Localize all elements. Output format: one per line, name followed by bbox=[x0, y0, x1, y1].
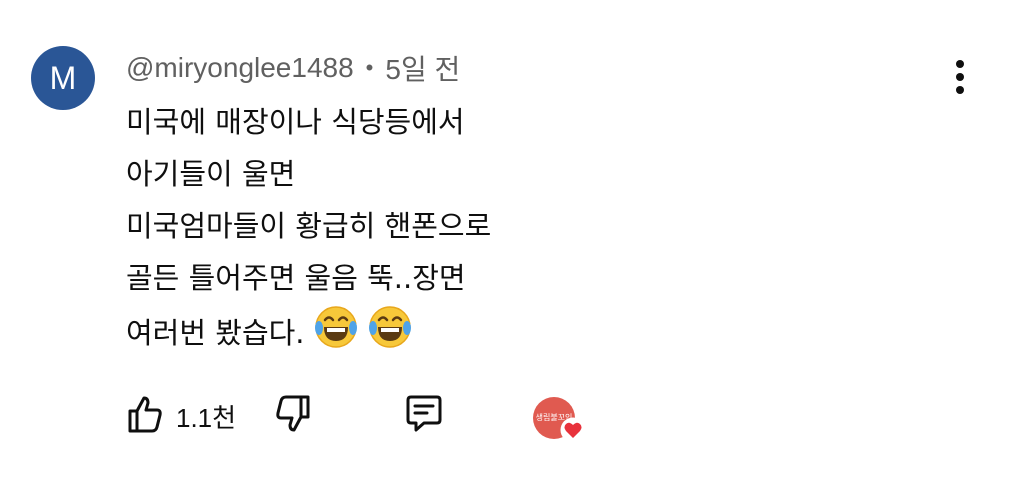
comment-timestamp[interactable]: 5일 전 bbox=[385, 48, 460, 88]
meta-separator: • bbox=[365, 55, 374, 80]
comment-line: 미국에 매장이나 식당등에서 bbox=[126, 105, 465, 139]
comment-line: 여러번 봤습다. bbox=[126, 316, 305, 350]
like-count: 1.1천 bbox=[176, 402, 237, 433]
thumbs-down-icon bbox=[272, 393, 314, 439]
comment-line: 미국엄마들이 황급히 핸폰으로 bbox=[126, 209, 492, 243]
comment-line: 아기들이 울면 bbox=[126, 157, 296, 191]
dislike-button[interactable] bbox=[272, 388, 314, 444]
comment-line-last: 여러번 봤습다. bbox=[126, 304, 906, 366]
like-button[interactable]: 1.1천 bbox=[124, 388, 236, 444]
author-handle[interactable]: @miryonglee1488 bbox=[126, 52, 354, 84]
comment-header: @miryonglee1488 • 5일 전 bbox=[126, 48, 460, 88]
thumbs-up-icon bbox=[124, 393, 166, 439]
comment-text: 미국에 매장이나 식당등에서 아기들이 울면 미국엄마들이 황급히 핸폰으로 골… bbox=[126, 96, 906, 366]
heart-icon bbox=[560, 417, 586, 443]
comment-bubble-icon bbox=[402, 392, 446, 440]
comment-actions: 1.1천 bbox=[122, 388, 602, 444]
more-options-icon[interactable] bbox=[944, 56, 976, 98]
author-avatar[interactable]: M bbox=[31, 46, 95, 110]
creator-heart-badge[interactable]: 생립불꼬인 bbox=[533, 397, 587, 443]
laughing-tears-emoji-icon bbox=[367, 304, 413, 366]
comment-thread: M @miryonglee1488 • 5일 전 미국에 매장이나 식당등에서 … bbox=[0, 0, 1024, 482]
reply-button[interactable] bbox=[402, 388, 446, 444]
comment-line: 골든 틀어주면 울음 뚝..장면 bbox=[126, 261, 466, 295]
laughing-tears-emoji-icon bbox=[313, 304, 359, 366]
